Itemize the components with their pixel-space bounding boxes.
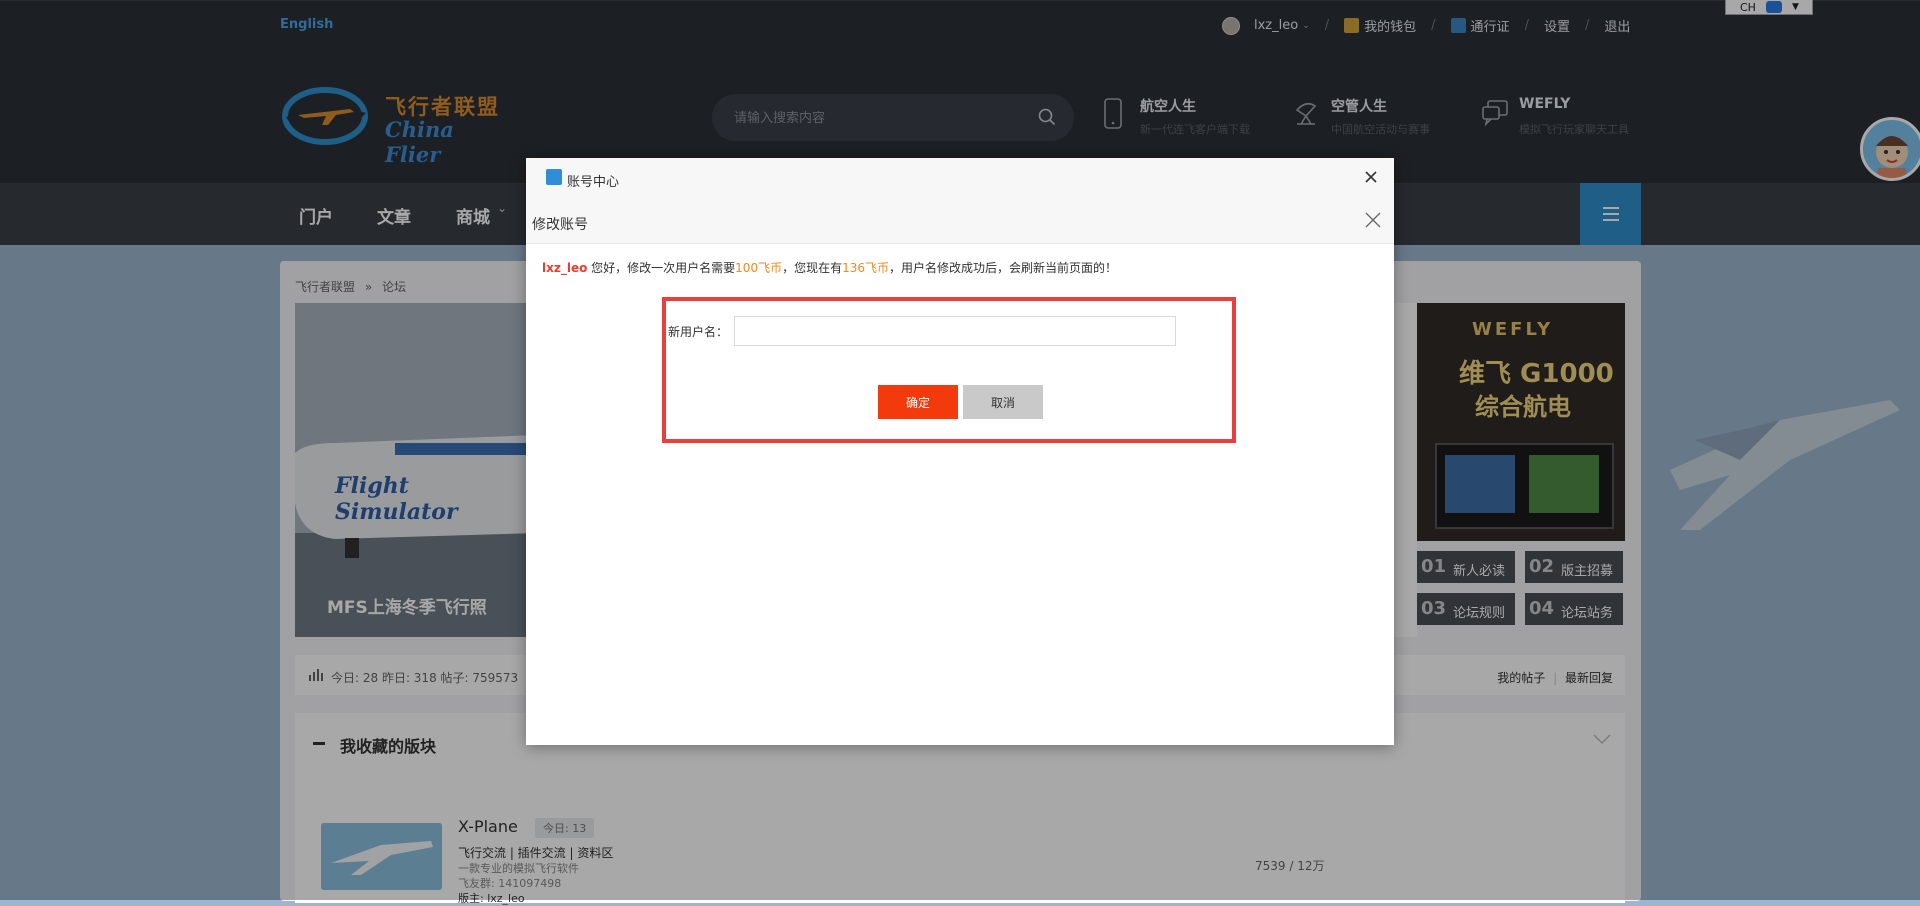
notice-username: lxz_leo xyxy=(542,261,588,275)
new-username-input[interactable] xyxy=(734,316,1176,346)
inner-dialog-titlebar: 修改账号 xyxy=(526,201,1394,244)
notice-balance: 136飞币 xyxy=(842,261,889,275)
close-icon[interactable] xyxy=(1364,170,1378,184)
inner-dialog-title: 修改账号 xyxy=(532,217,588,233)
confirm-button[interactable]: 确定 xyxy=(878,385,958,419)
notice-text: 您好，修改一次用户名需要 xyxy=(587,261,736,275)
dialog-titlebar: 账号中心 xyxy=(526,158,1394,202)
close-icon[interactable] xyxy=(1364,211,1382,229)
dialog-title: 账号中心 xyxy=(567,175,620,190)
notice-cost: 100飞币 xyxy=(735,261,783,275)
fee-notice: lxz_leo 您好，修改一次用户名需要100飞币，您现在有136飞币，用户名修… xyxy=(542,259,1117,276)
account-center-dialog: 账号中心 修改账号 lxz_leo 您好，修改一次用户名需要100飞币，您现在有… xyxy=(526,158,1394,745)
cancel-button[interactable]: 取消 xyxy=(963,385,1043,419)
notice-text: ，您现在有 xyxy=(782,261,843,275)
notice-text: ，用户名修改成功后，会刷新当前页面的！ xyxy=(889,261,1118,275)
new-username-label: 新用户名： xyxy=(668,325,729,339)
user-icon xyxy=(546,169,562,185)
